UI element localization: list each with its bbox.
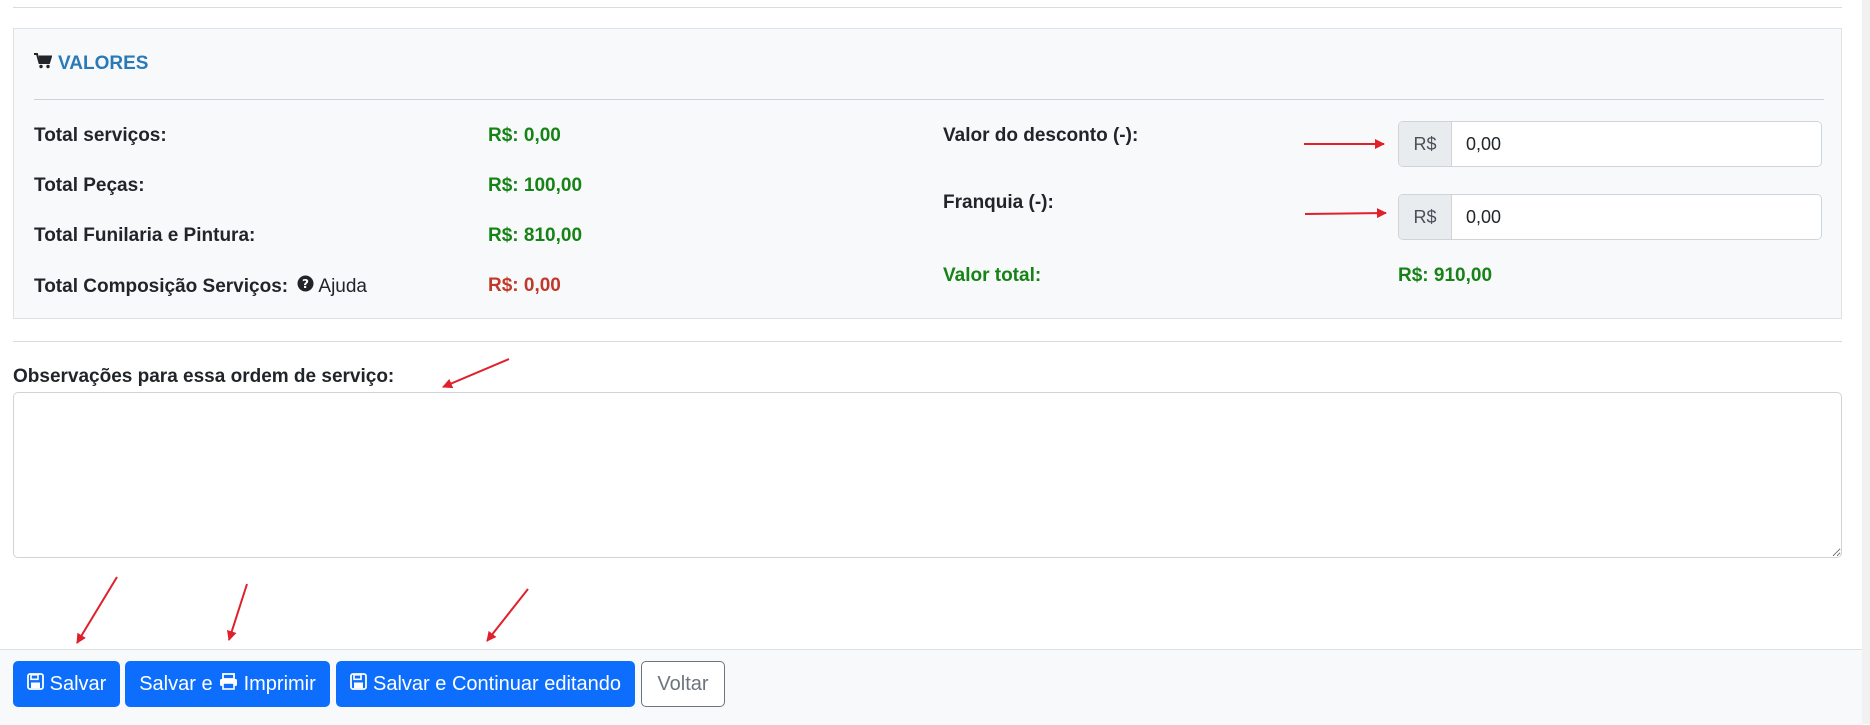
form-footer: Salvar Salvar e Imprimir Salvar e Contin… <box>0 649 1862 725</box>
save-button-label: Salvar <box>49 672 107 695</box>
arrow-to-save-print <box>226 583 248 641</box>
question-circle-icon: ? <box>297 275 314 298</box>
arrow-to-observacoes <box>442 358 510 389</box>
valores-heading: VALORES <box>34 53 148 75</box>
total-composicao-row: Total Composição Serviços: ? Ajuda <box>34 275 367 298</box>
save-print-prefix: Salvar e <box>139 672 213 695</box>
desconto-currency-prefix: R$ <box>1399 122 1452 166</box>
arrow-to-save-continue <box>486 588 529 642</box>
total-servicos-value: R$: 0,00 <box>488 125 561 146</box>
total-funilaria-label: Total Funilaria e Pintura: <box>34 225 256 246</box>
save-and-continue-button[interactable]: Salvar e Continuar editando <box>336 661 635 707</box>
desconto-label: Valor do desconto (-): <box>943 125 1139 146</box>
floppy-disk-icon <box>26 672 44 696</box>
valores-title: VALORES <box>58 53 149 74</box>
shopping-cart-icon <box>34 53 53 75</box>
top-divider <box>13 7 1842 8</box>
total-pecas-label: Total Peças: <box>34 175 145 196</box>
franquia-label: Franquia (-): <box>943 192 1054 213</box>
observacoes-label: Observações para essa ordem de serviço: <box>13 366 395 387</box>
help-label: Ajuda <box>318 275 367 297</box>
total-composicao-label: Total Composição Serviços: <box>34 276 289 297</box>
valores-divider <box>34 99 1824 100</box>
save-continue-label: Salvar e Continuar editando <box>373 672 621 695</box>
valor-total-value: R$: 910,00 <box>1398 265 1493 286</box>
total-pecas-value: R$: 100,00 <box>488 175 583 196</box>
franquia-currency-prefix: R$ <box>1399 195 1452 239</box>
help-link[interactable]: ? Ajuda <box>297 275 367 298</box>
total-funilaria-value: R$: 810,00 <box>488 225 583 246</box>
svg-text:?: ? <box>302 277 309 291</box>
franquia-input[interactable] <box>1452 195 1821 239</box>
back-button[interactable]: Voltar <box>641 661 725 707</box>
save-print-suffix: Imprimir <box>243 672 316 695</box>
page-scrollbar[interactable] <box>1862 0 1870 724</box>
observacoes-textarea[interactable] <box>13 392 1842 558</box>
floppy-disk-icon <box>350 672 367 696</box>
valores-panel: VALORES Total serviços: R$: 0,00 Total P… <box>13 28 1842 319</box>
total-composicao-value: R$: 0,00 <box>488 275 561 296</box>
arrow-to-save <box>76 576 118 644</box>
valor-total-label: Valor total: <box>943 265 1042 286</box>
total-servicos-label: Total serviços: <box>34 125 167 146</box>
save-button[interactable]: Salvar <box>13 661 120 707</box>
desconto-input[interactable] <box>1452 122 1821 166</box>
printer-icon <box>219 672 238 696</box>
franquia-input-group: R$ <box>1398 194 1822 240</box>
save-and-print-button[interactable]: Salvar e Imprimir <box>125 661 330 707</box>
desconto-input-group: R$ <box>1398 121 1822 167</box>
middle-divider <box>13 341 1842 342</box>
